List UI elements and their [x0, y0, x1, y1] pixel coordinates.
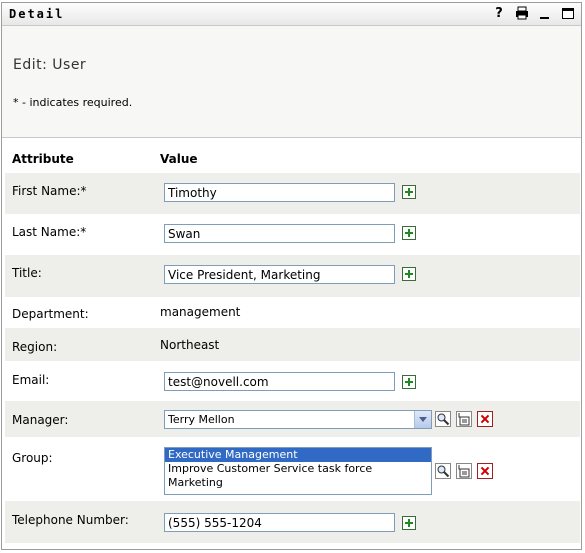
region-value: Northeast [160, 338, 220, 352]
first-name-label: First Name:* [12, 184, 87, 198]
region-label: Region: [12, 340, 58, 354]
delete-icon[interactable] [477, 411, 493, 427]
email-label: Email: [12, 373, 50, 387]
group-label: Group: [12, 451, 53, 465]
group-listbox[interactable]: Executive Management Improve Customer Se… [164, 447, 432, 495]
required-note: * - indicates required. [13, 96, 133, 109]
help-icon[interactable]: ? [492, 6, 506, 21]
add-telephone-icon[interactable] [402, 516, 416, 530]
portlet-titlebar: Detail ? [2, 3, 581, 26]
maximize-icon[interactable] [561, 6, 575, 21]
search-icon[interactable] [435, 463, 451, 479]
list-item[interactable]: Executive Management [165, 448, 431, 462]
add-title-icon[interactable] [402, 267, 416, 281]
delete-icon[interactable] [477, 463, 493, 479]
search-icon[interactable] [435, 411, 451, 427]
manager-select[interactable]: Terry Mellon [164, 410, 432, 429]
manager-selected-value: Terry Mellon [168, 413, 235, 426]
group-row: Group: Executive Management Improve Cust… [5, 437, 580, 501]
list-item[interactable]: Improve Customer Service task force [165, 462, 431, 476]
department-label: Department: [12, 307, 89, 321]
department-row: Department: management [5, 297, 580, 328]
add-email-icon[interactable] [402, 375, 416, 389]
telephone-field[interactable]: (555) 555-1204 [164, 513, 395, 532]
portlet-title: Detail [9, 7, 65, 21]
manager-row: Manager: Terry Mellon [5, 401, 580, 437]
title-row: Title: Vice President, Marketing [5, 255, 580, 297]
email-row: Email: test@novell.com [5, 361, 580, 401]
page-header: Edit: User * - indicates required. [2, 26, 581, 138]
minimize-icon[interactable] [538, 6, 552, 21]
telephone-row: Telephone Number: (555) 555-1204 [5, 501, 580, 543]
department-value: management [160, 305, 241, 319]
last-name-label: Last Name:* [12, 225, 87, 239]
first-name-field[interactable]: Timothy [164, 183, 395, 202]
list-item[interactable]: Marketing [165, 476, 431, 490]
history-list-icon[interactable] [456, 463, 472, 479]
add-last-name-icon[interactable] [402, 226, 416, 240]
first-name-row: First Name:* Timothy [5, 173, 580, 214]
title-field[interactable]: Vice President, Marketing [164, 265, 395, 284]
value-column-header: Value [160, 152, 198, 166]
chevron-down-icon[interactable] [414, 411, 431, 428]
page-title: Edit: User [13, 57, 87, 73]
telephone-label: Telephone Number: [12, 513, 129, 527]
email-field[interactable]: test@novell.com [164, 372, 395, 391]
last-name-field[interactable]: Swan [164, 224, 395, 243]
add-first-name-icon[interactable] [402, 185, 416, 199]
history-list-icon[interactable] [456, 411, 472, 427]
printer-icon[interactable] [515, 6, 529, 21]
detail-portlet: Detail ? Edit: User * - indicates requir… [1, 2, 582, 550]
last-name-row: Last Name:* Swan [5, 214, 580, 255]
attribute-column-header: Attribute [12, 152, 74, 166]
titlebar-icons: ? [492, 6, 575, 21]
region-row: Region: Northeast [5, 328, 580, 361]
manager-label: Manager: [12, 413, 69, 427]
title-label: Title: [12, 266, 42, 280]
